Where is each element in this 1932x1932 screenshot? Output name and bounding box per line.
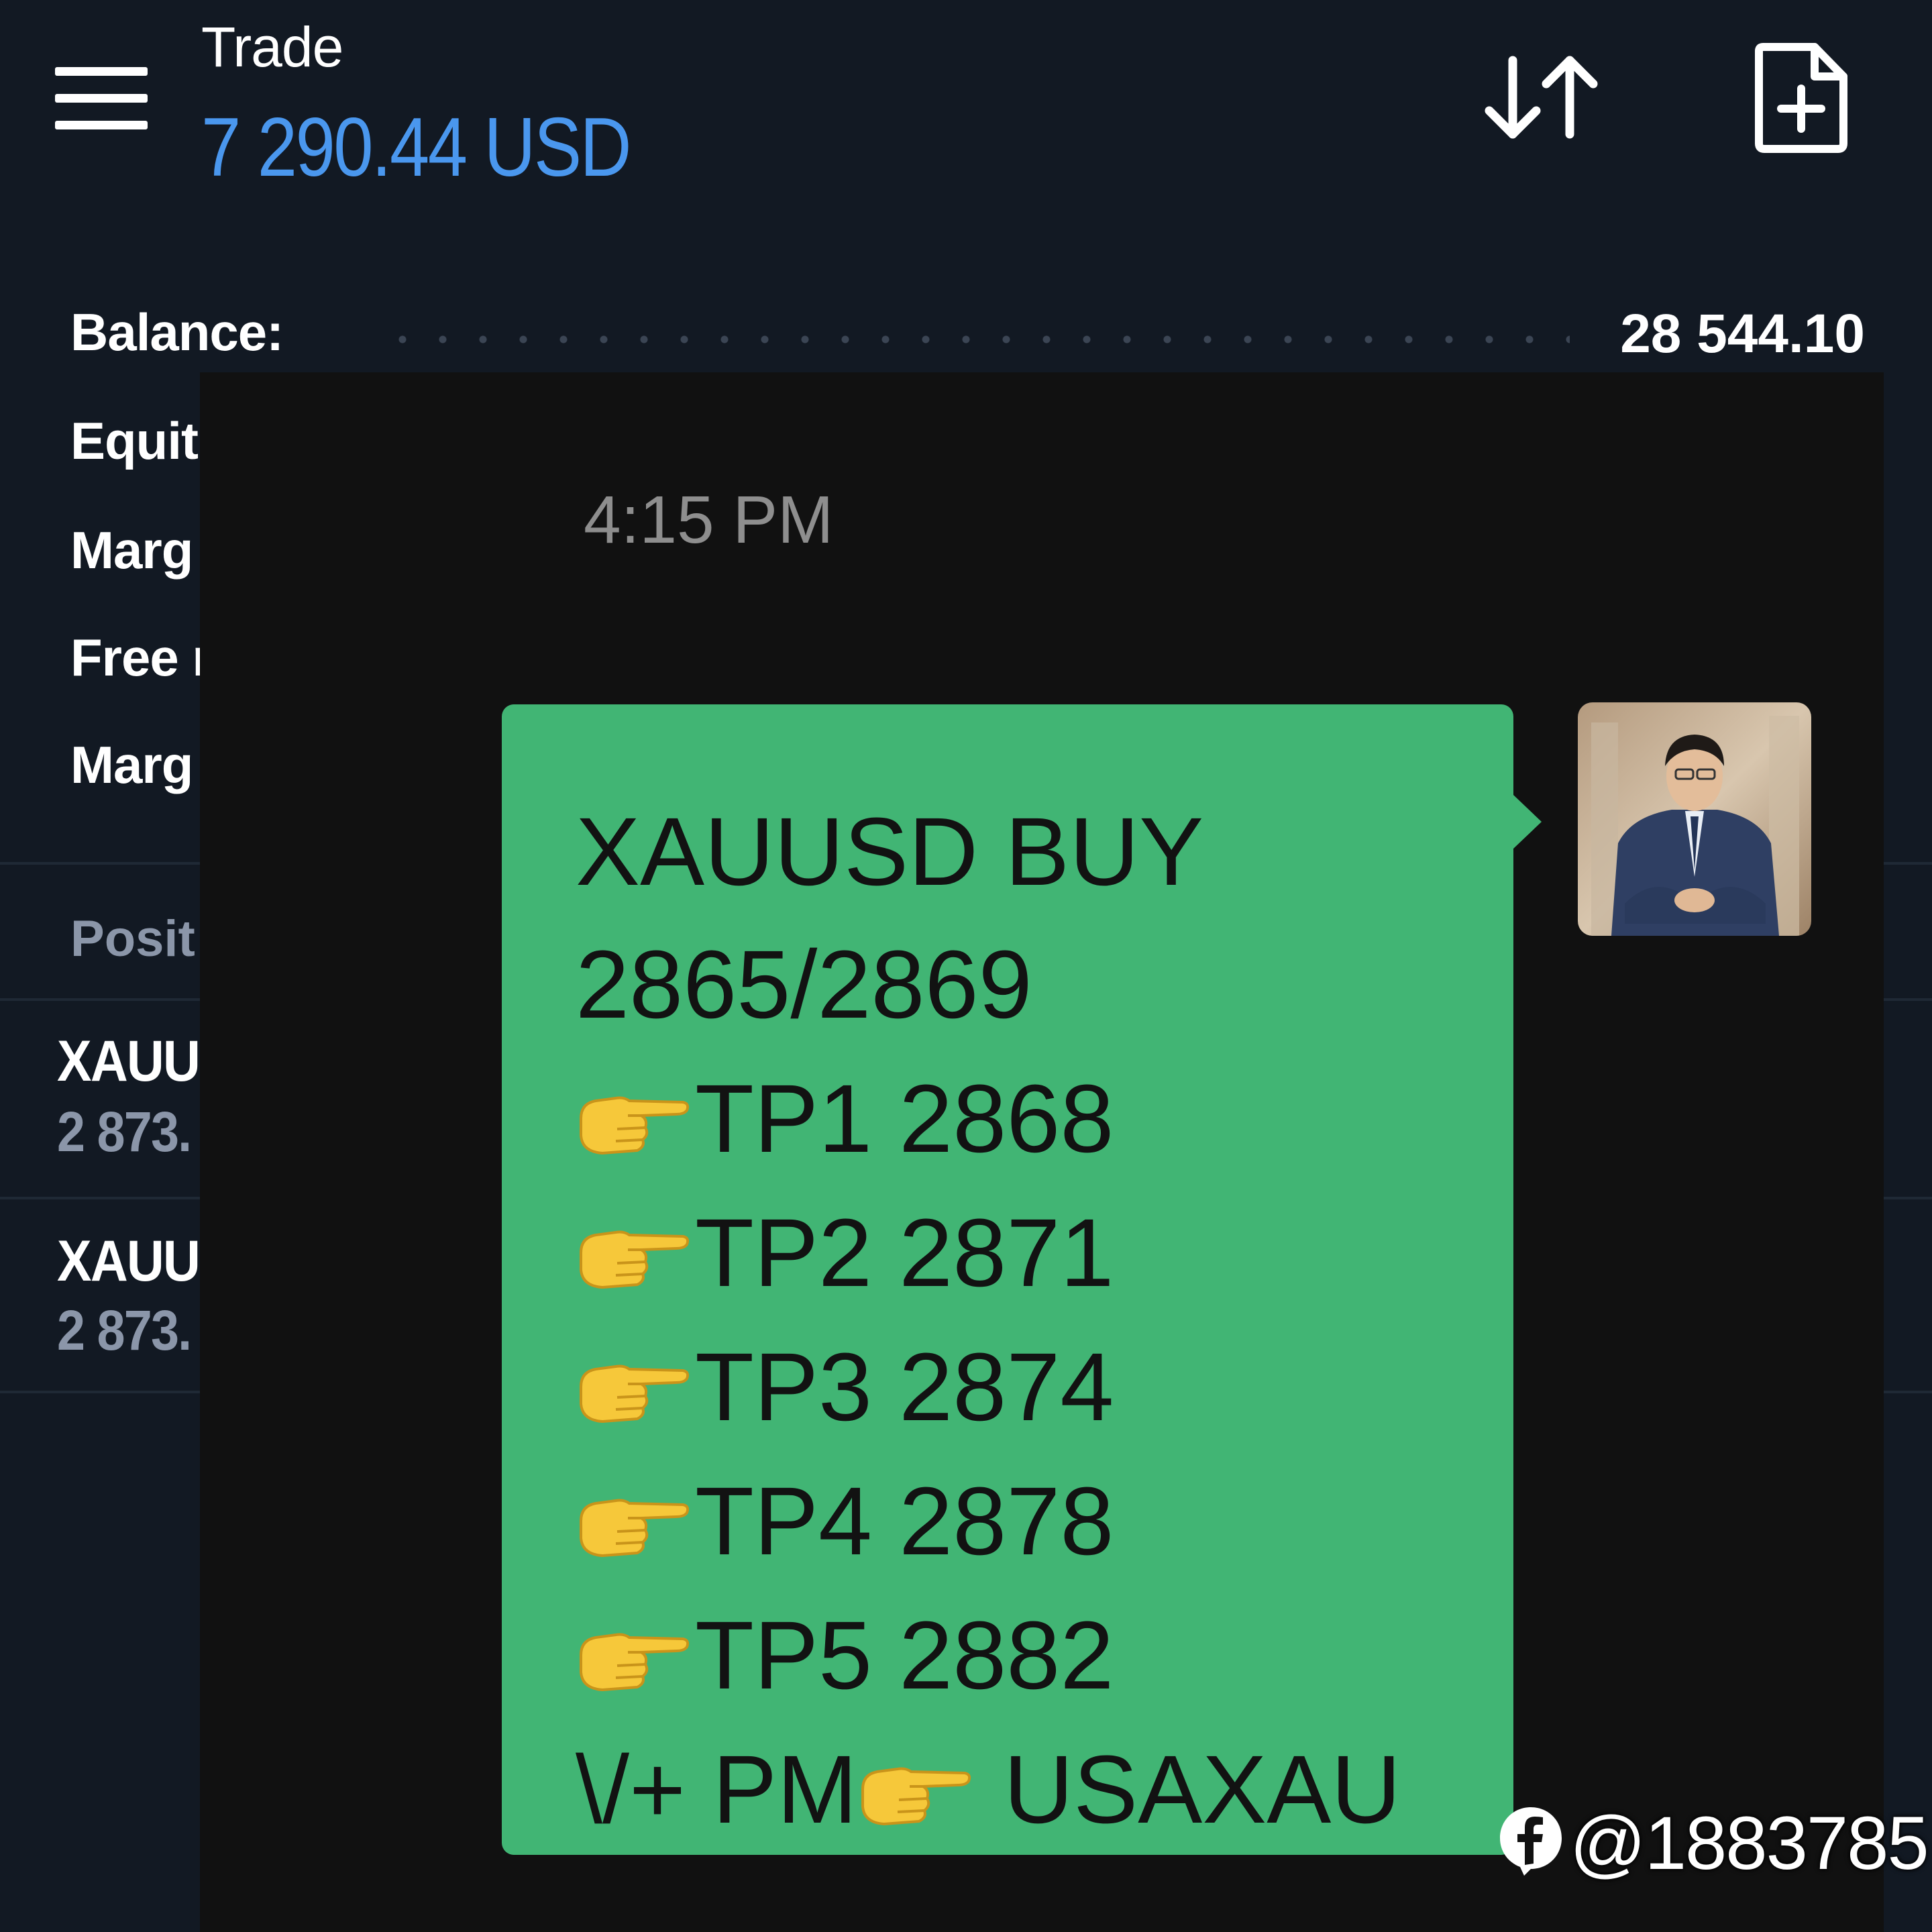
margin-level-label: Marg	[70, 735, 193, 794]
position-price: 2 873.	[57, 1299, 192, 1362]
message-line-signal: XAUUSD BUY	[576, 798, 1204, 906]
pointing-hand-icon	[861, 1767, 971, 1826]
balance-value: 28 544.10	[1620, 303, 1865, 364]
bubble-tail	[1513, 795, 1542, 849]
message-line-tp2: TP2 2871	[576, 1186, 1114, 1320]
pointing-hand-icon	[580, 1230, 690, 1289]
dotted-leader	[382, 331, 1570, 347]
message-line-footer: \/+ PM USAXAU	[576, 1723, 1401, 1857]
sort-icon[interactable]	[1483, 47, 1603, 148]
position-price: 2 873.	[57, 1100, 192, 1163]
tp1-text: TP1 2868	[695, 1065, 1114, 1173]
message-line-tp5: TP5 2882	[576, 1589, 1114, 1723]
margin-label: Marg	[70, 521, 193, 580]
message-bubble[interactable]: XAUUSD BUY 2865/2869 TP1 2868 TP2 2871 T…	[502, 704, 1513, 1855]
facebook-icon	[1500, 1807, 1562, 1876]
sender-avatar[interactable]	[1578, 702, 1811, 936]
chat-overlay: 4:15 PM XAUUSD BUY 2865/2869 TP1 2868 TP…	[200, 372, 1884, 1932]
pointing-hand-icon	[580, 1633, 690, 1692]
hamburger-menu-icon[interactable]	[55, 67, 148, 129]
message-line-tp4: TP4 2878	[576, 1454, 1114, 1589]
message-timestamp: 4:15 PM	[584, 482, 834, 557]
message-line-tp3: TP3 2874	[576, 1320, 1114, 1454]
page-title: Trade	[201, 15, 343, 78]
equity-header-value: 7 290.44 USD	[201, 101, 632, 194]
tp3-text: TP3 2874	[695, 1333, 1114, 1441]
footer-text-a: \/+ PM	[576, 1735, 858, 1843]
pointing-hand-icon	[580, 1499, 690, 1558]
message-line-tp1: TP1 2868	[576, 1052, 1114, 1186]
watermark-handle: @1883785	[1570, 1801, 1929, 1885]
new-order-icon[interactable]	[1751, 42, 1851, 156]
footer-text-b: USAXAU	[977, 1735, 1401, 1843]
pointing-hand-icon	[580, 1096, 690, 1155]
balance-label: Balance:	[70, 303, 284, 362]
tp5-text: TP5 2882	[695, 1601, 1114, 1709]
equity-label: Equit	[70, 411, 199, 470]
tp2-text: TP2 2871	[695, 1199, 1114, 1307]
pointing-hand-icon	[580, 1364, 690, 1424]
message-line-entry: 2865/2869	[576, 930, 1032, 1038]
positions-header: Posit	[70, 910, 195, 967]
tp4-text: TP4 2878	[695, 1467, 1114, 1575]
